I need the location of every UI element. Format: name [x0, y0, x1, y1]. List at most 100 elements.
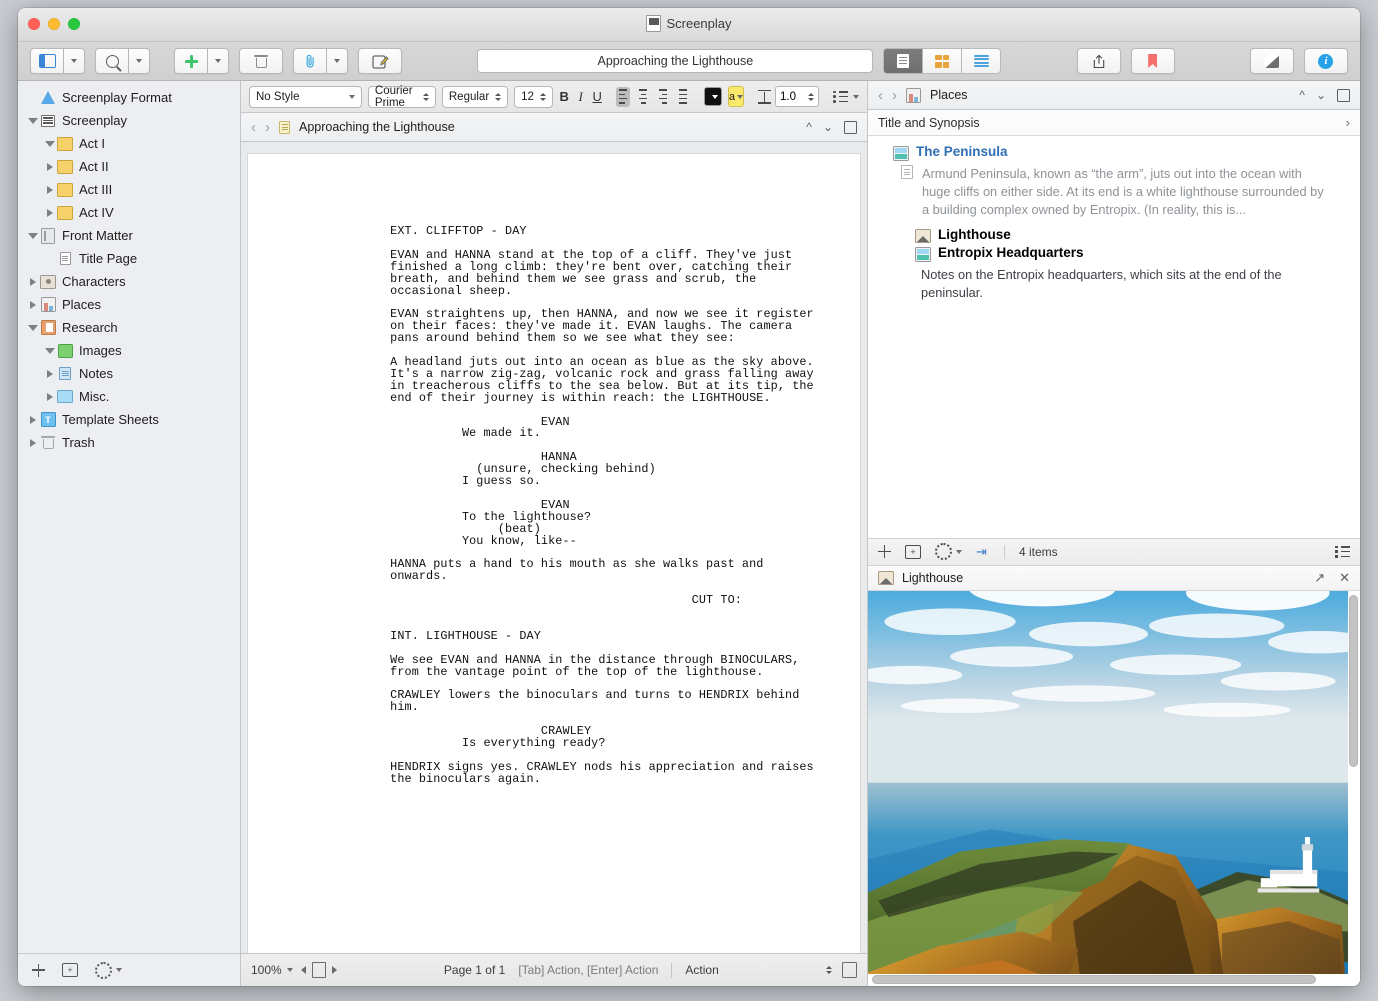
- forward-button[interactable]: ›: [265, 120, 270, 135]
- inspector-item[interactable]: The Peninsula Armund Peninsula, known as …: [868, 142, 1360, 225]
- highlight-color-button[interactable]: a: [727, 86, 745, 107]
- disclosure-toggle[interactable]: [26, 300, 40, 309]
- disclosure-toggle[interactable]: [26, 277, 40, 286]
- next-page-icon[interactable]: [331, 966, 337, 974]
- binder-item[interactable]: Title Page: [18, 247, 240, 270]
- disclosure-toggle[interactable]: [43, 369, 57, 378]
- search-button[interactable]: [95, 48, 129, 74]
- inspector-item-list[interactable]: The Peninsula Armund Peninsula, known as …: [868, 136, 1360, 538]
- check-document-icon[interactable]: [841, 962, 857, 978]
- delete-button[interactable]: [239, 48, 283, 74]
- italic-button[interactable]: I: [575, 86, 585, 107]
- binder-item[interactable]: Trash: [18, 431, 240, 454]
- align-center-button[interactable]: [636, 87, 650, 107]
- disclosure-toggle[interactable]: [26, 117, 40, 124]
- view-mode-outliner-button[interactable]: [962, 48, 1002, 74]
- search-group[interactable]: [95, 48, 150, 74]
- view-mode-group[interactable]: [883, 48, 1002, 74]
- add-button[interactable]: [174, 48, 208, 74]
- photo-horizontal-scrollbar[interactable]: [872, 975, 1344, 984]
- view-mode-corkboard-button[interactable]: [923, 48, 963, 74]
- binder-item[interactable]: Research: [18, 316, 240, 339]
- font-family-select[interactable]: Courier Prime: [367, 85, 436, 109]
- inspector-forward-button[interactable]: ›: [892, 88, 897, 103]
- disclosure-toggle[interactable]: [898, 245, 914, 249]
- binder-item[interactable]: T Template Sheets: [18, 408, 240, 431]
- new-folder-icon[interactable]: +: [905, 544, 921, 559]
- back-button[interactable]: ‹: [251, 120, 256, 135]
- close-icon[interactable]: ✕: [1339, 570, 1350, 586]
- sidebar-layout-menu-button[interactable]: [64, 48, 85, 74]
- chevron-right-icon[interactable]: ›: [1346, 115, 1350, 130]
- expand-icon[interactable]: [844, 120, 857, 134]
- disclosure-toggle[interactable]: [43, 392, 57, 401]
- screenplay-text[interactable]: EXT. CLIFFTOP - DAY EVAN and HANNA stand…: [304, 225, 813, 786]
- search-menu-button[interactable]: [129, 48, 150, 74]
- list-options-icon[interactable]: [1335, 545, 1350, 558]
- binder-item[interactable]: Act I: [18, 132, 240, 155]
- popout-icon[interactable]: ↗: [1314, 570, 1325, 586]
- align-left-button[interactable]: [616, 86, 631, 107]
- add-menu-button[interactable]: [208, 48, 229, 74]
- add-group[interactable]: [174, 48, 229, 74]
- element-stepper[interactable]: [825, 966, 832, 974]
- binder-item[interactable]: Act III: [18, 178, 240, 201]
- binder-item[interactable]: Screenplay: [18, 109, 240, 132]
- disclosure-toggle[interactable]: [43, 162, 57, 171]
- new-folder-icon[interactable]: +: [62, 963, 78, 977]
- photo-panel[interactable]: [868, 590, 1360, 986]
- inspector-item[interactable]: Lighthouse: [868, 225, 1360, 243]
- disclosure-toggle[interactable]: [26, 324, 40, 331]
- line-spacing-control[interactable]: 1.0: [758, 86, 820, 107]
- prev-page-icon[interactable]: [300, 966, 306, 974]
- inspector-back-button[interactable]: ‹: [878, 88, 883, 103]
- attachment-group[interactable]: [293, 48, 348, 74]
- inspector-item[interactable]: Entropix Headquarters Notes on the Entrop…: [868, 243, 1360, 308]
- binder-item[interactable]: Notes: [18, 362, 240, 385]
- composition-mode-button[interactable]: [1249, 48, 1294, 74]
- text-color-button[interactable]: [704, 87, 722, 106]
- sidebar-toggle-group[interactable]: [30, 48, 85, 74]
- next-item-button[interactable]: ⌄: [823, 120, 833, 134]
- add-icon[interactable]: [878, 545, 891, 558]
- binder-item[interactable]: Places: [18, 293, 240, 316]
- disclosure-toggle[interactable]: [26, 438, 40, 447]
- inspector-settings-button[interactable]: [935, 543, 962, 560]
- zoom-select[interactable]: 100%: [251, 963, 293, 977]
- add-icon[interactable]: [32, 963, 45, 977]
- compose-button[interactable]: [358, 48, 402, 74]
- disclosure-toggle[interactable]: [43, 140, 57, 147]
- disclosure-toggle[interactable]: [898, 227, 914, 231]
- binder-item[interactable]: Misc.: [18, 385, 240, 408]
- expand-icon[interactable]: [1337, 88, 1350, 102]
- disclosure-toggle[interactable]: [43, 347, 57, 354]
- scrollbar-thumb[interactable]: [872, 975, 1316, 984]
- align-justify-button[interactable]: [676, 87, 690, 107]
- bold-button[interactable]: B: [559, 86, 569, 107]
- inspector-previous-button[interactable]: ^: [1299, 88, 1305, 102]
- paragraph-style-select[interactable]: No Style: [249, 85, 362, 108]
- binder-list[interactable]: Screenplay Format Screenplay Act I Act II Ac…: [18, 81, 240, 953]
- binder-item[interactable]: Act II: [18, 155, 240, 178]
- font-size-select[interactable]: 12: [514, 85, 553, 108]
- share-button[interactable]: [1076, 48, 1121, 74]
- disclosure-toggle[interactable]: [876, 144, 892, 148]
- binder-item[interactable]: Images: [18, 339, 240, 362]
- photo-vertical-scrollbar[interactable]: [1349, 594, 1358, 971]
- binder-item[interactable]: Screenplay Format: [18, 86, 240, 109]
- bookmark-button[interactable]: [1130, 48, 1175, 74]
- scrollbar-thumb[interactable]: [1349, 594, 1358, 768]
- disclosure-toggle[interactable]: [43, 208, 57, 217]
- list-style-button[interactable]: [833, 90, 860, 103]
- font-weight-select[interactable]: Regular: [441, 85, 509, 108]
- document-search-field[interactable]: Approaching the Lighthouse: [477, 49, 874, 73]
- align-right-button[interactable]: [656, 87, 670, 107]
- sidebar-layout-button[interactable]: [30, 48, 64, 74]
- line-spacing-value-field[interactable]: 1.0: [775, 86, 820, 107]
- view-mode-document-button[interactable]: [883, 48, 924, 74]
- disclosure-toggle[interactable]: [43, 185, 57, 194]
- underline-button[interactable]: U: [592, 86, 602, 107]
- attach-menu-button[interactable]: [327, 48, 348, 74]
- inspector-button[interactable]: i: [1303, 48, 1348, 74]
- disclosure-toggle[interactable]: [26, 415, 40, 424]
